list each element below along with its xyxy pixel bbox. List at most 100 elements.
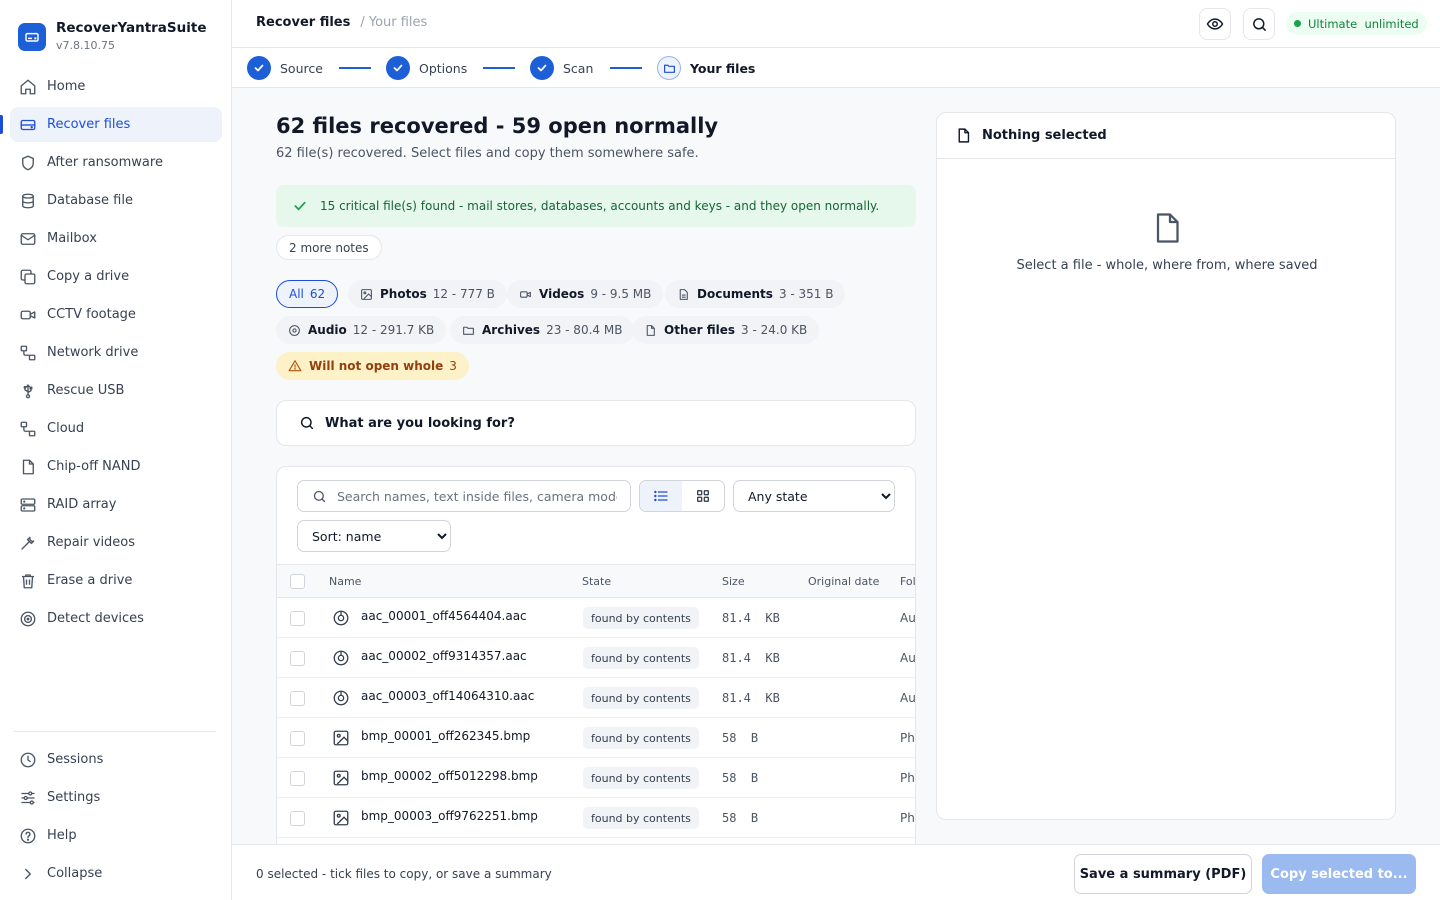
save-summary-button[interactable]: Save a summary (PDF) — [1074, 854, 1252, 894]
sidebar-item-label: RAID array — [47, 497, 117, 512]
image-file-icon — [332, 729, 350, 747]
chip-count: 3 — [449, 359, 457, 373]
filter-chip-audio[interactable]: Audio 12 - 291.7 KB — [276, 316, 447, 344]
filter-chip-videos[interactable]: Videos 9 - 9.5 MB — [507, 280, 664, 308]
sidebar-item-raid-array[interactable]: RAID array — [10, 487, 222, 522]
success-alert: 15 critical file(s) found - mail stores,… — [276, 185, 916, 227]
step-label: Your files — [690, 60, 756, 76]
file-name: bmp_00002_off5012298.bmp — [361, 769, 538, 783]
sidebar-item-after-ransomware[interactable]: After ransomware — [10, 145, 222, 180]
file-size: 81.4 KB — [722, 611, 780, 625]
sidebar-item-rescue-usb[interactable]: Rescue USB — [10, 373, 222, 408]
sidebar-item-label: Chip-off NAND — [47, 459, 141, 474]
sidebar-item-help[interactable]: Help — [10, 818, 222, 853]
step-options[interactable]: Options — [386, 56, 467, 80]
column-header-name[interactable]: Name — [329, 575, 361, 588]
state-filter-select[interactable]: Any state — [733, 480, 895, 512]
filter-chip-other-files[interactable]: Other files 3 - 24.0 KB — [632, 316, 820, 344]
sidebar-item-recover-files[interactable]: Recover files — [0, 107, 222, 142]
filter-chip-photos[interactable]: Photos 12 - 777 B — [348, 280, 507, 308]
file-size: 58 B — [722, 771, 759, 785]
row-checkbox[interactable] — [290, 651, 305, 666]
table-row[interactable]: bmp_00001_off262345.bmp found by content… — [277, 718, 915, 758]
sidebar-item-cctv-footage[interactable]: CCTV footage — [10, 297, 222, 332]
row-checkbox[interactable] — [290, 691, 305, 706]
column-header-size[interactable]: Size — [722, 575, 745, 588]
filter-chip-will-not-open[interactable]: Will not open whole 3 — [276, 352, 469, 380]
wrench-icon — [19, 534, 37, 552]
step-your-files[interactable]: Your files — [657, 56, 755, 80]
sidebar-item-sessions[interactable]: Sessions — [10, 742, 222, 777]
sidebar-item-network-drive[interactable]: Network drive — [10, 335, 222, 370]
file-folder: Photos — [900, 731, 915, 745]
audio-file-icon — [332, 689, 350, 707]
sidebar-item-home[interactable]: Home — [10, 69, 222, 104]
clock-icon — [19, 751, 37, 769]
file-folder: Photos — [900, 811, 915, 825]
more-notes-button[interactable]: 2 more notes — [276, 235, 382, 260]
search-icon — [312, 489, 327, 504]
sidebar-item-label: Help — [47, 828, 77, 843]
row-checkbox[interactable] — [290, 731, 305, 746]
column-header-state[interactable]: State — [582, 575, 611, 588]
sidebar-item-label: Mailbox — [47, 231, 97, 246]
table-row[interactable]: aac_00002_off9314357.aac found by conten… — [277, 638, 915, 678]
search-button[interactable] — [1243, 8, 1275, 40]
sidebar-item-collapse[interactable]: Collapse — [10, 856, 222, 891]
row-checkbox[interactable] — [290, 771, 305, 786]
row-checkbox[interactable] — [290, 611, 305, 626]
chip-count: 12 - 291.7 KB — [352, 323, 435, 337]
chip-label: Videos — [539, 287, 585, 301]
network-icon — [19, 344, 37, 362]
sort-select[interactable]: Sort: name — [297, 520, 451, 552]
file-name: bmp_00003_off9762251.bmp — [361, 809, 538, 823]
folder-icon — [657, 56, 681, 80]
sidebar-item-copy-a-drive[interactable]: Copy a drive — [10, 259, 222, 294]
sidebar-item-label: Cloud — [47, 421, 85, 436]
details-header: Nothing selected — [937, 113, 1395, 159]
select-all-checkbox[interactable] — [290, 574, 305, 589]
breadcrumb-current[interactable]: Recover files — [256, 15, 350, 30]
copy-selected-button[interactable]: Copy selected to... — [1262, 854, 1416, 894]
sidebar-item-database-file[interactable]: Database file — [10, 183, 222, 218]
filter-chip-documents[interactable]: Documents 3 - 351 B — [665, 280, 846, 308]
sidebar-item-erase-a-drive[interactable]: Erase a drive — [10, 563, 222, 598]
state-badge: found by contents — [583, 647, 699, 669]
status-dot-icon — [1294, 20, 1301, 27]
step-source[interactable]: Source — [247, 56, 323, 80]
sidebar-item-settings[interactable]: Settings — [10, 780, 222, 815]
chip-count: 9 - 9.5 MB — [590, 287, 652, 301]
sidebar-item-label: Network drive — [47, 345, 139, 360]
sidebar-item-repair-videos[interactable]: Repair videos — [10, 525, 222, 560]
column-header-folder[interactable]: Folder — [900, 575, 915, 588]
looking-for-search[interactable]: What are you looking for? — [276, 400, 916, 446]
grid-view-button[interactable] — [682, 481, 724, 511]
top-header: Recover files / Your files Ultimate unlim… — [232, 0, 1440, 48]
table-row[interactable]: aac_00003_off14064310.aac found by conte… — [277, 678, 915, 718]
sidebar-item-detect-devices[interactable]: Detect devices — [10, 601, 222, 636]
table-row[interactable]: bmp_00003_off9762251.bmp found by conten… — [277, 798, 915, 838]
document-icon — [677, 288, 690, 301]
image-file-icon — [332, 769, 350, 787]
file-name: aac_00002_off9314357.aac — [361, 649, 527, 663]
step-label: Scan — [563, 60, 594, 76]
filter-chip-all[interactable]: All 62 — [276, 280, 339, 308]
preview-button[interactable] — [1199, 8, 1231, 40]
state-badge: found by contents — [583, 727, 699, 749]
sidebar-item-mailbox[interactable]: Mailbox — [10, 221, 222, 256]
step-scan[interactable]: Scan — [530, 56, 593, 80]
row-checkbox[interactable] — [290, 811, 305, 826]
brand: RecoverYantraSuite v7.8.10.75 — [18, 20, 207, 54]
sidebar-item-label: Sessions — [47, 752, 104, 767]
sidebar-item-chip-off-nand[interactable]: Chip-off NAND — [10, 449, 222, 484]
table-row[interactable]: bmp_00002_off5012298.bmp found by conten… — [277, 758, 915, 798]
table-header: Name State Size Original date Folder — [277, 564, 915, 598]
chip-count: 23 - 80.4 MB — [546, 323, 623, 337]
filter-chip-archives[interactable]: Archives 23 - 80.4 MB — [450, 316, 635, 344]
file-search-input[interactable] — [337, 488, 617, 504]
file-size: 58 B — [722, 811, 759, 825]
list-view-button[interactable] — [640, 481, 682, 511]
column-header-date[interactable]: Original date — [808, 575, 879, 588]
table-row[interactable]: aac_00001_off4564404.aac found by conten… — [277, 598, 915, 638]
sidebar-item-cloud[interactable]: Cloud — [10, 411, 222, 446]
